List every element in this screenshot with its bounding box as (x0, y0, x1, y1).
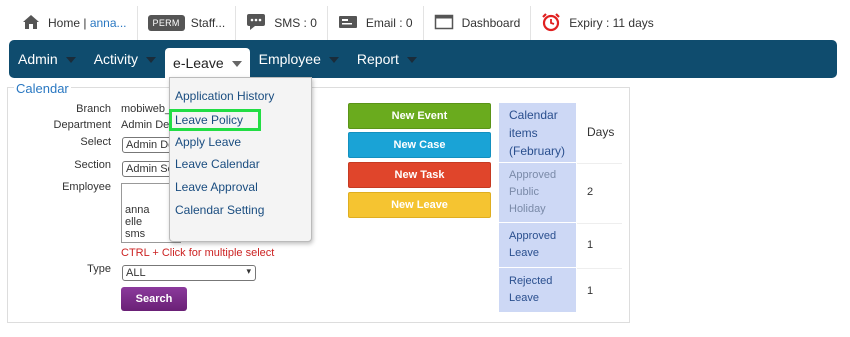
table-row-days: 1 (577, 223, 622, 267)
dashboard-link[interactable]: Dashboard (424, 6, 532, 40)
table-header-days: Days (587, 125, 615, 139)
staff-label: Staff... (190, 16, 226, 30)
expiry-link[interactable]: Expiry : 11 days (531, 6, 663, 40)
expiry-label: Expiry : 11 days (569, 16, 654, 30)
menu-item-calendar-setting[interactable]: Calendar Setting (175, 203, 264, 217)
new-leave-button[interactable]: New Leave (348, 192, 491, 218)
multi-select-hint: CTRL + Click for multiple select (121, 247, 275, 259)
table-row-label[interactable]: Approved Leave (499, 223, 576, 267)
home-label: Home | (48, 16, 87, 30)
select-dropdown[interactable]: Admin De (122, 137, 172, 153)
type-dropdown[interactable]: ALL ▾ (122, 265, 256, 281)
table-row-days: 1 (577, 268, 622, 312)
nav-employee[interactable]: Employee (250, 40, 348, 78)
caret-down-icon (328, 57, 339, 63)
nav-eleave[interactable]: e-Leave (165, 48, 250, 78)
nav-activity-label: Activity (93, 51, 139, 67)
type-label: Type (87, 263, 111, 275)
nav-report[interactable]: Report (348, 40, 426, 78)
search-button[interactable]: Search (121, 287, 187, 311)
menu-item-leave-policy[interactable]: Leave Policy (169, 109, 261, 131)
email-icon (338, 14, 358, 33)
nav-admin-label: Admin (18, 51, 58, 67)
home-link[interactable]: Home | anna... (12, 6, 138, 40)
table-row-days: 2 (577, 163, 622, 222)
eleave-dropdown-menu: Application History Leave Policy Apply L… (169, 77, 312, 242)
menu-item-application-history[interactable]: Application History (175, 89, 274, 103)
caret-down-icon (231, 61, 242, 67)
menu-item-leave-calendar[interactable]: Leave Calendar (175, 157, 260, 171)
caret-down-icon (65, 57, 76, 63)
chat-icon (246, 13, 266, 34)
new-case-button[interactable]: New Case (348, 132, 491, 158)
new-task-button[interactable]: New Task (348, 162, 491, 188)
sms-label: SMS : 0 (274, 16, 317, 30)
dashboard-icon (434, 14, 454, 33)
caret-down-icon (146, 57, 157, 63)
table-header-items: Calendar items (February) (499, 103, 576, 162)
table-row-label[interactable]: Rejected Leave (499, 268, 576, 312)
dashboard-label: Dashboard (461, 16, 521, 30)
email-label: Email : 0 (365, 16, 413, 30)
nav-employee-label: Employee (258, 51, 321, 67)
staff-link[interactable]: PERM Staff... (138, 6, 237, 40)
branch-value: mobiweb_ (121, 103, 172, 115)
section-dropdown[interactable]: Admin Se (122, 161, 172, 177)
nav-eleave-label: e-Leave (173, 55, 224, 71)
nav-activity[interactable]: Activity (85, 40, 165, 78)
alarm-clock-icon (541, 12, 561, 35)
email-link[interactable]: Email : 0 (328, 6, 424, 40)
main-nav: Admin Activity e-Leave Employee Report (9, 40, 837, 78)
select-label: Select (80, 136, 111, 148)
perm-badge: PERM (147, 15, 185, 31)
user-link[interactable]: anna... (90, 16, 127, 30)
nav-report-label: Report (356, 51, 399, 67)
employee-label: Employee (62, 181, 111, 193)
type-value: ALL (126, 267, 146, 279)
sms-link[interactable]: SMS : 0 (236, 6, 328, 40)
new-event-button[interactable]: New Event (348, 103, 491, 129)
home-icon (22, 14, 40, 33)
table-row-label: Approved Public Holiday (499, 163, 576, 222)
menu-item-leave-approval[interactable]: Leave Approval (175, 180, 258, 194)
chevron-down-icon: ▾ (246, 266, 251, 276)
section-label: Section (74, 159, 111, 171)
menu-item-apply-leave[interactable]: Apply Leave (175, 135, 241, 149)
calendar-title: Calendar (14, 81, 71, 96)
department-value: Admin Dep (121, 119, 176, 131)
department-label: Department (53, 119, 111, 131)
caret-down-icon (406, 57, 417, 63)
top-bar: Home | anna... PERM Staff... SMS : 0 Ema… (12, 6, 654, 40)
branch-label: Branch (76, 103, 111, 115)
nav-admin[interactable]: Admin (9, 40, 85, 78)
